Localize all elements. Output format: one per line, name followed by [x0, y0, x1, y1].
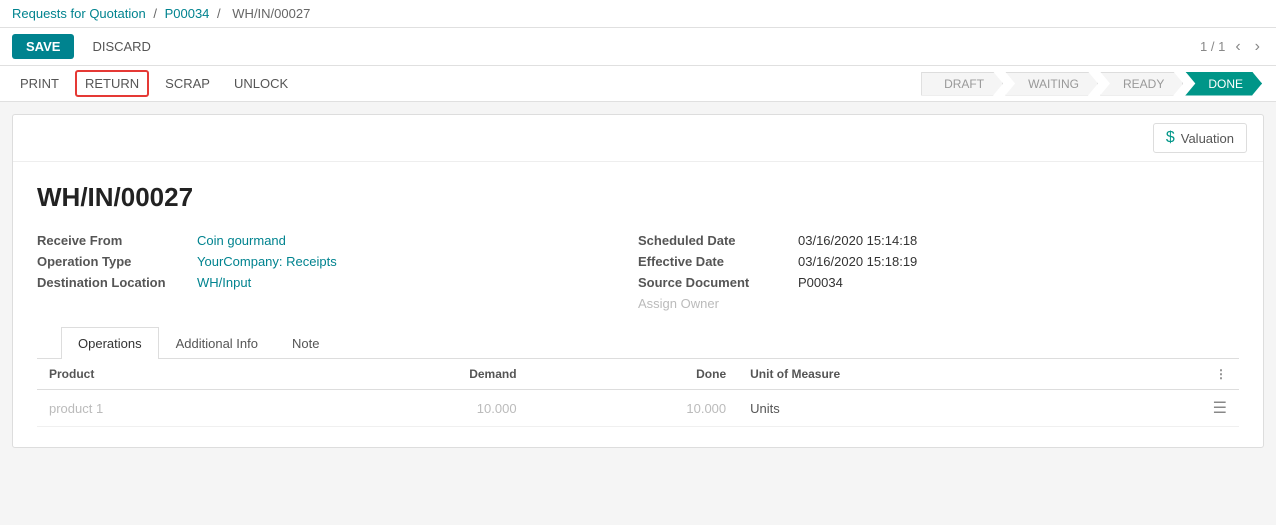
field-value[interactable]: WH/Input	[197, 275, 251, 290]
main-card: $ Valuation WH/IN/00027 Receive FromCoin…	[12, 114, 1264, 448]
field-row: Scheduled Date03/16/2020 15:14:18	[638, 233, 1239, 248]
action-bar: SAVE DISCARD 1 / 1 ‹ ›	[0, 28, 1276, 66]
tab-operations[interactable]: Operations	[61, 327, 159, 359]
demand-cell: 10.000	[294, 390, 529, 427]
list-details-icon[interactable]: ☰	[1213, 400, 1227, 417]
field-value: P00034	[798, 275, 843, 290]
dollar-icon: $	[1166, 129, 1175, 147]
field-value[interactable]: YourCompany: Receipts	[197, 254, 337, 269]
fields-right: Scheduled Date03/16/2020 15:14:18Effecti…	[638, 233, 1239, 311]
tabs: OperationsAdditional InfoNote	[37, 327, 1239, 359]
field-label: Effective Date	[638, 254, 798, 269]
fields-left: Receive FromCoin gourmandOperation TypeY…	[37, 233, 638, 311]
breadcrumb-current: WH/IN/00027	[232, 6, 310, 21]
breadcrumb: Requests for Quotation / P00034 / WH/IN/…	[0, 0, 1276, 28]
breadcrumb-p00034[interactable]: P00034	[165, 6, 210, 21]
tab-note[interactable]: Note	[275, 327, 336, 359]
status-step-ready: READY	[1100, 72, 1183, 96]
status-bar-actions: PRINT RETURN SCRAP UNLOCK	[12, 70, 296, 97]
valuation-button[interactable]: $ Valuation	[1153, 123, 1247, 153]
tab-additional-info[interactable]: Additional Info	[159, 327, 275, 359]
valuation-label: Valuation	[1181, 131, 1234, 146]
field-row: Source DocumentP00034	[638, 275, 1239, 290]
product-cell[interactable]: product 1	[37, 390, 294, 427]
status-step-waiting: WAITING	[1005, 72, 1098, 96]
nav-count: 1 / 1	[1200, 39, 1225, 54]
nav-controls: 1 / 1 ‹ ›	[1200, 36, 1264, 58]
field-row: Receive FromCoin gourmand	[37, 233, 638, 248]
table-header-4: ⋮	[1113, 359, 1239, 390]
operations-table: ProductDemandDoneUnit of Measure ⋮ produc…	[37, 359, 1239, 427]
fields-grid: Receive FromCoin gourmandOperation TypeY…	[37, 233, 1239, 311]
assign-owner-label: Assign Owner	[638, 296, 1239, 311]
field-label: Operation Type	[37, 254, 197, 269]
table-section: ProductDemandDoneUnit of Measure ⋮ produc…	[37, 359, 1239, 427]
table-header-2: Done	[529, 359, 739, 390]
discard-button[interactable]: DISCARD	[82, 34, 161, 59]
field-label: Receive From	[37, 233, 197, 248]
field-value: 03/16/2020 15:14:18	[798, 233, 917, 248]
main-content: $ Valuation WH/IN/00027 Receive FromCoin…	[0, 102, 1276, 460]
status-bar: PRINT RETURN SCRAP UNLOCK DRAFTWAITINGRE…	[0, 66, 1276, 102]
field-value[interactable]: Coin gourmand	[197, 233, 286, 248]
done-cell: 10.000	[529, 390, 739, 427]
return-button[interactable]: RETURN	[75, 70, 149, 97]
table-menu-icon[interactable]: ⋮	[1215, 367, 1227, 381]
row-menu-cell[interactable]: ☰	[1113, 390, 1239, 427]
table-header-1: Demand	[294, 359, 529, 390]
scrap-button[interactable]: SCRAP	[157, 70, 218, 97]
field-row: Destination LocationWH/Input	[37, 275, 638, 290]
field-label: Source Document	[638, 275, 798, 290]
document-title: WH/IN/00027	[37, 182, 1239, 213]
nav-next-button[interactable]: ›	[1251, 36, 1264, 58]
field-label: Scheduled Date	[638, 233, 798, 248]
status-steps: DRAFTWAITINGREADYDONE	[921, 72, 1264, 96]
card-body: WH/IN/00027 Receive FromCoin gourmandOpe…	[13, 162, 1263, 447]
field-row: Effective Date03/16/2020 15:18:19	[638, 254, 1239, 269]
table-row: product 110.00010.000Units☰	[37, 390, 1239, 427]
status-step-done: DONE	[1185, 72, 1262, 96]
nav-prev-button[interactable]: ‹	[1231, 36, 1244, 58]
field-value: 03/16/2020 15:18:19	[798, 254, 917, 269]
field-row: Operation TypeYourCompany: Receipts	[37, 254, 638, 269]
print-button[interactable]: PRINT	[12, 70, 67, 97]
save-button[interactable]: SAVE	[12, 34, 74, 59]
valuation-row: $ Valuation	[13, 115, 1263, 162]
unlock-button[interactable]: UNLOCK	[226, 70, 296, 97]
status-step-draft: DRAFT	[921, 72, 1003, 96]
table-header-0: Product	[37, 359, 294, 390]
breadcrumb-root[interactable]: Requests for Quotation	[12, 6, 146, 21]
unit-cell: Units	[738, 390, 1113, 427]
field-label: Destination Location	[37, 275, 197, 290]
table-header-3: Unit of Measure	[738, 359, 1113, 390]
